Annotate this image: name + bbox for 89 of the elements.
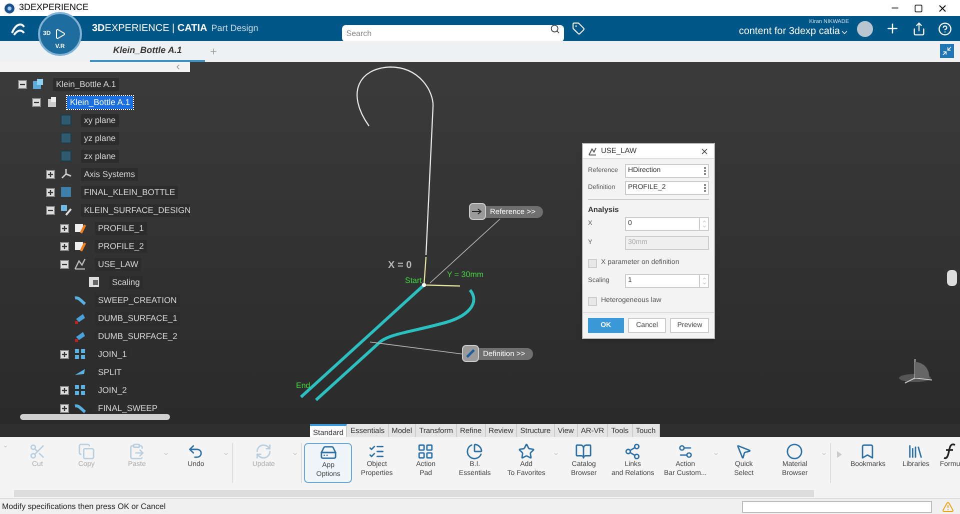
command-field[interactable] <box>742 500 932 512</box>
surface-icon <box>73 311 87 325</box>
library-icon <box>907 443 924 460</box>
scissors-icon <box>28 443 46 460</box>
sketch-icon <box>73 221 87 235</box>
join-icon <box>73 347 87 361</box>
refresh-icon <box>255 443 272 460</box>
sketch-icon <box>73 239 87 253</box>
side-handle[interactable] <box>947 270 957 286</box>
tag-icon[interactable] <box>572 22 586 35</box>
collapse-icon[interactable] <box>46 206 54 214</box>
law-icon <box>73 257 87 271</box>
share-icon[interactable] <box>912 22 926 36</box>
tree-item[interactable]: zx plane <box>81 150 119 162</box>
checkbox[interactable] <box>588 296 597 306</box>
tree-item[interactable]: Klein_Bottle A.1 <box>67 96 134 108</box>
plane-icon <box>59 113 73 127</box>
checkbox[interactable] <box>588 259 597 268</box>
expand-icon[interactable] <box>46 188 54 196</box>
tree-item[interactable]: yz plane <box>81 132 119 144</box>
viewport-label: X = 0 <box>388 259 412 273</box>
tree-item[interactable]: FINAL_KLEIN_BOTTLE <box>81 186 178 198</box>
axis-marker-drawing <box>422 256 461 287</box>
avatar-icon[interactable] <box>857 20 873 36</box>
tree-item[interactable]: DUMB_SURFACE_1 <box>95 312 180 324</box>
collapse-tree-icon[interactable] <box>174 63 182 71</box>
grid-icon <box>417 443 434 460</box>
geoset-icon <box>59 203 73 217</box>
brand-logo-icon[interactable] <box>10 20 26 36</box>
collab-space-menu[interactable]: content for 3dexp catia <box>738 26 849 38</box>
app-subtitle: Part Design <box>211 22 258 35</box>
tree-item[interactable]: Klein_Bottle A.1 <box>53 78 120 90</box>
expand-icon[interactable] <box>60 404 68 412</box>
plane-icon <box>59 131 73 145</box>
body-icon <box>59 185 73 199</box>
product-icon <box>31 77 45 91</box>
close-icon[interactable] <box>700 146 709 156</box>
expand-icon[interactable] <box>46 170 54 178</box>
undo-icon <box>187 443 204 460</box>
expand-icon[interactable] <box>60 242 68 250</box>
play-icon[interactable] <box>54 28 66 40</box>
book-icon <box>575 443 592 460</box>
help-icon[interactable] <box>938 22 952 36</box>
tree-item[interactable]: Scaling <box>109 276 143 288</box>
expand-icon[interactable] <box>60 350 68 358</box>
list-icon <box>368 443 386 460</box>
parameter-icon <box>87 275 101 289</box>
search-icon[interactable] <box>550 24 560 34</box>
expand-icon[interactable] <box>60 386 68 394</box>
window-title: 3DEXPERIENCE <box>19 1 89 14</box>
copy-icon <box>78 443 95 460</box>
collapse-icon[interactable] <box>18 80 26 88</box>
links-icon <box>624 443 642 460</box>
tree-item[interactable]: xy plane <box>81 114 119 126</box>
axis-icon <box>59 167 73 181</box>
part-icon <box>45 95 59 109</box>
maximize-icon[interactable] <box>914 4 923 12</box>
pie-icon <box>466 443 484 460</box>
app-title: 3DEXPERIENCE | CATIA <box>92 22 208 36</box>
viewport-label: End <box>296 380 310 392</box>
search-field[interactable]: Search <box>342 25 564 42</box>
close-icon[interactable] <box>937 2 948 14</box>
expand-icon[interactable] <box>60 224 68 232</box>
law-icon <box>588 146 597 156</box>
drive-icon <box>320 444 337 461</box>
tree-item[interactable]: SWEEP_CREATION <box>95 294 180 306</box>
surface-icon <box>73 329 87 343</box>
tree-item[interactable]: PROFILE_2 <box>95 240 147 252</box>
tree-item[interactable]: KLEIN_SURFACE_DESIGN <box>81 204 190 216</box>
plane-icon <box>59 149 73 163</box>
viewport-label: Y = 30mm <box>447 269 484 281</box>
collapse-button[interactable] <box>940 44 954 58</box>
function-icon <box>942 443 957 460</box>
pointer-icon <box>735 443 752 460</box>
leader-line <box>430 218 500 284</box>
paste-icon <box>128 443 146 460</box>
status-message: Modify specifications then press OK or Cancel <box>2 500 166 512</box>
plus-icon[interactable] <box>885 21 900 36</box>
tree-item[interactable]: USE_LAW <box>95 258 142 270</box>
app-icon <box>4 2 15 14</box>
pencil-icon <box>462 345 479 362</box>
tree-item[interactable]: Axis Systems <box>81 168 138 180</box>
collapse-icon[interactable] <box>60 260 68 268</box>
tree-item[interactable]: PROFILE_1 <box>95 222 147 234</box>
compass-widget-drawing <box>899 358 932 384</box>
viewport-label: Start <box>405 275 422 287</box>
collapse-icon[interactable] <box>32 98 40 106</box>
join-icon <box>73 383 87 397</box>
star-icon <box>518 443 535 460</box>
